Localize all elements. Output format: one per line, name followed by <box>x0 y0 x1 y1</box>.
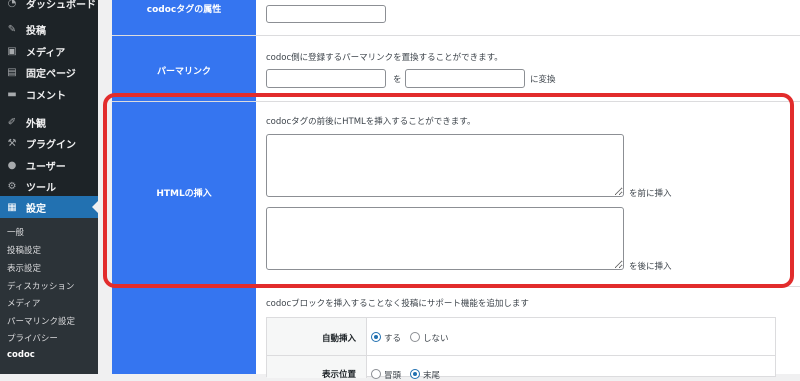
row-divider <box>112 101 800 102</box>
position-end-label: 末尾 <box>423 371 441 381</box>
wrench-icon: ⚙ <box>7 180 17 192</box>
submenu-item-general[interactable]: 一般 <box>7 226 24 238</box>
auto-insert-label: 自動挿入 <box>321 334 356 344</box>
table-header-cell: 自動挿入 <box>267 318 367 355</box>
attr-input[interactable] <box>266 5 386 23</box>
position-top-label: 冒頭 <box>384 371 402 381</box>
sidebar-item-comments[interactable]: ▬ コメント <box>0 83 98 105</box>
pages-icon: ▤ <box>7 66 17 78</box>
sidebar-item-label: ツール <box>26 182 56 194</box>
position-top-radio[interactable] <box>371 369 381 379</box>
table-header-cell: 表示位置 <box>267 356 367 380</box>
settings-icon: ▦ <box>7 201 17 213</box>
sidebar-item-label: 投稿 <box>26 25 46 37</box>
permalink-description: codoc側に登録するパーマリンクを置換することができます。 <box>266 53 503 63</box>
sidebar-item-label: メディア <box>26 47 66 59</box>
sidebar-item-label: プラグイン <box>26 139 76 151</box>
sidebar-item-users[interactable]: ● ユーザー <box>0 154 98 176</box>
sidebar-item-label: コメント <box>26 90 66 102</box>
submenu-item-media[interactable]: メディア <box>7 297 40 309</box>
before-insert-label: を前に挿入 <box>629 189 672 199</box>
auto-insert-no-radio[interactable] <box>410 332 420 342</box>
block-support-description: codocブロックを挿入することなく投稿にサポート機能を追加します <box>266 299 529 309</box>
media-icon: ▣ <box>7 45 17 57</box>
sidebar-item-label: ユーザー <box>26 161 66 173</box>
dashboard-icon: ◔ <box>7 0 17 9</box>
comment-icon: ▬ <box>7 88 17 100</box>
html-insert-label: HTMLの挿入 <box>156 189 212 199</box>
submenu-item-permalink[interactable]: パーマリンク設定 <box>7 315 75 327</box>
attr-label: codocタグの属性 <box>146 5 222 15</box>
admin-sidebar: ◔ ダッシュボード ✎ 投稿 ▣ メディア ▤ 固定ページ ▬ コメント ✐ 外… <box>0 0 98 374</box>
sidebar-item-dashboard[interactable]: ◔ ダッシュボード <box>0 0 98 14</box>
position-end-radio[interactable] <box>410 369 420 379</box>
after-html-textarea[interactable] <box>266 207 624 270</box>
permalink-to-input[interactable] <box>405 69 525 88</box>
submenu-item-reading[interactable]: 表示設定 <box>7 262 41 274</box>
user-icon: ● <box>7 159 17 171</box>
html-insert-description: codocタグの前後にHTMLを挿入することができます。 <box>266 117 476 127</box>
submenu-item-codoc[interactable]: codoc <box>7 350 35 360</box>
settings-submenu: 一般 投稿設定 表示設定 ディスカッション メディア パーマリンク設定 プライバ… <box>0 218 98 374</box>
sidebar-item-label: 固定ページ <box>26 68 76 80</box>
plugin-icon: ⚒ <box>7 137 17 149</box>
sidebar-item-media[interactable]: ▣ メディア <box>0 40 98 62</box>
auto-insert-no-label: しない <box>423 334 449 344</box>
submenu-item-writing[interactable]: 投稿設定 <box>7 244 41 256</box>
row-divider <box>112 35 800 36</box>
sidebar-item-posts[interactable]: ✎ 投稿 <box>0 18 98 40</box>
sidebar-item-pages[interactable]: ▤ 固定ページ <box>0 61 98 83</box>
sidebar-item-label: 設定 <box>26 203 46 215</box>
before-html-textarea[interactable] <box>266 134 624 197</box>
permalink-suffix: に変換 <box>530 75 556 85</box>
pin-icon: ✎ <box>7 23 17 35</box>
sidebar-item-plugins[interactable]: ⚒ プラグイン <box>0 132 98 154</box>
after-insert-label: を後に挿入 <box>629 262 672 272</box>
support-options-table: 自動挿入 表示位置 する しない 冒頭 末尾 <box>266 317 776 381</box>
sidebar-item-tools[interactable]: ⚙ ツール <box>0 175 98 197</box>
submenu-item-privacy[interactable]: プライバシー <box>7 332 58 344</box>
sidebar-item-appearance[interactable]: ✐ 外観 <box>0 111 98 133</box>
sidebar-item-label: ダッシュボード <box>26 0 96 11</box>
sidebar-item-label: 外観 <box>26 118 46 130</box>
sidebar-item-settings[interactable]: ▦ 設定 <box>0 196 98 218</box>
appearance-icon: ✐ <box>7 116 17 128</box>
display-position-label: 表示位置 <box>321 370 356 380</box>
permalink-from-input[interactable] <box>266 69 386 88</box>
permalink-to-word: を <box>393 75 402 85</box>
auto-insert-yes-radio[interactable] <box>371 332 381 342</box>
submenu-item-discussion[interactable]: ディスカッション <box>7 280 74 292</box>
permalink-label: パーマリンク <box>156 67 211 77</box>
row-divider <box>112 286 800 287</box>
auto-insert-yes-label: する <box>384 334 402 344</box>
